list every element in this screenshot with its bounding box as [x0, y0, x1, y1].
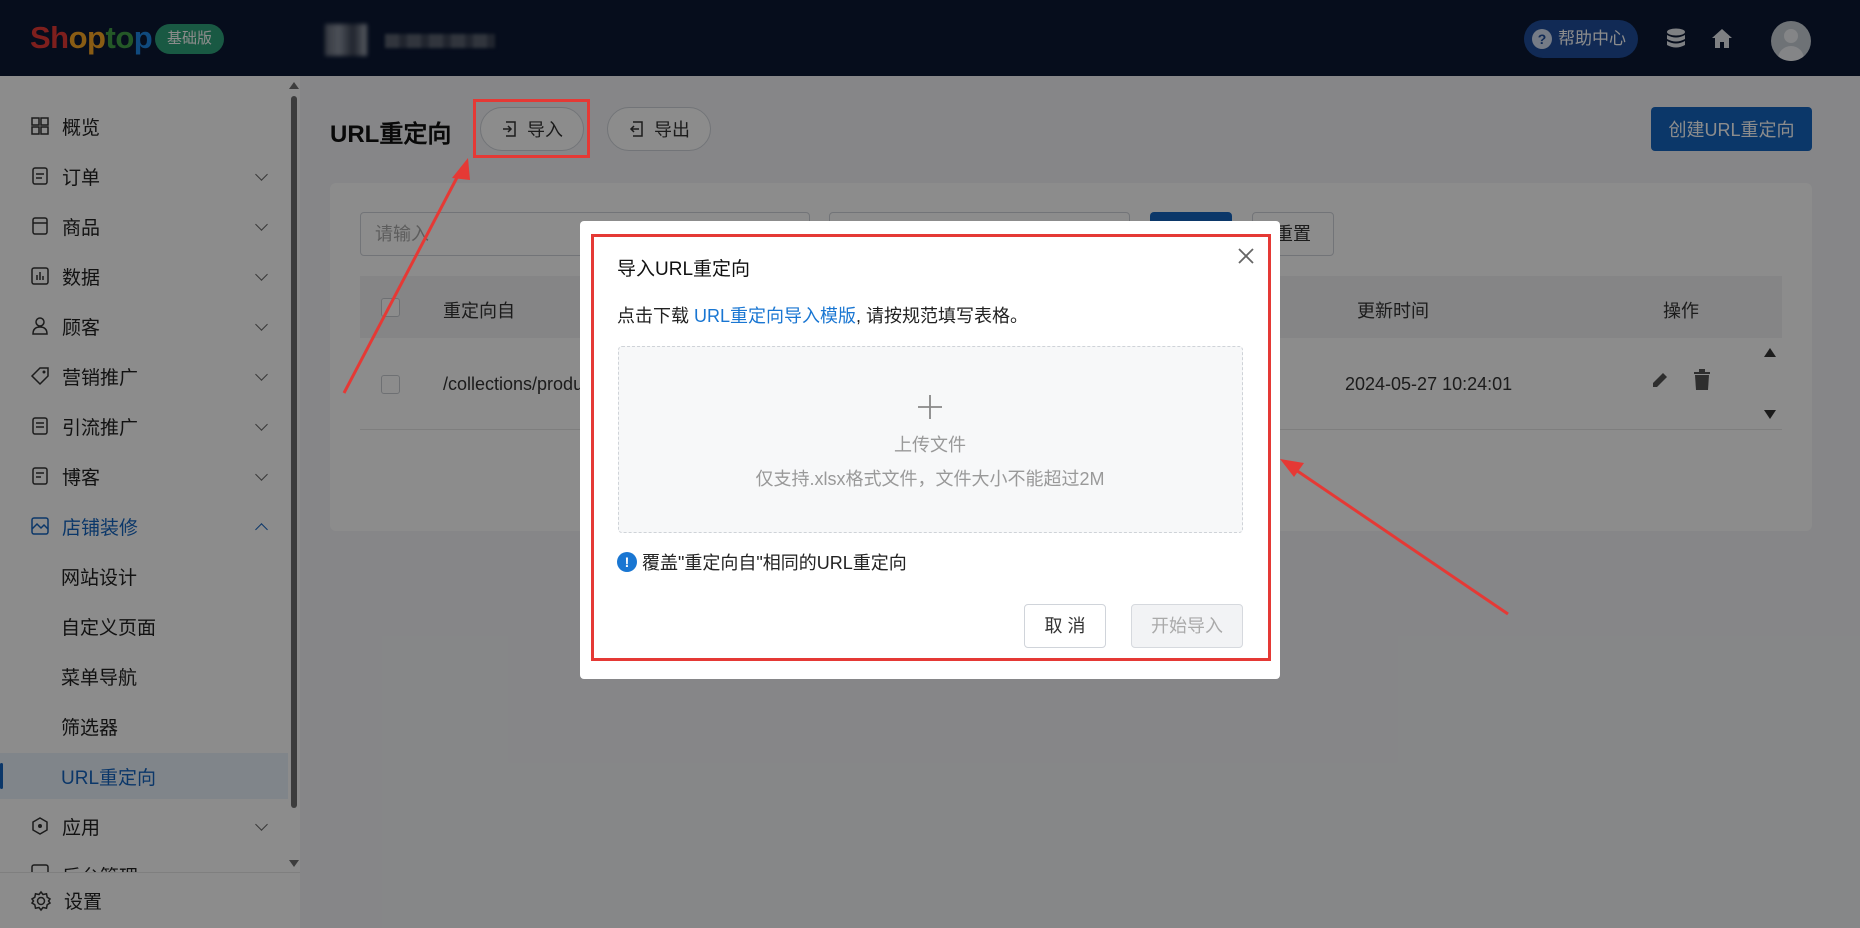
annotation-highlight-modal	[591, 234, 1271, 661]
annotation-highlight-import	[473, 99, 590, 158]
